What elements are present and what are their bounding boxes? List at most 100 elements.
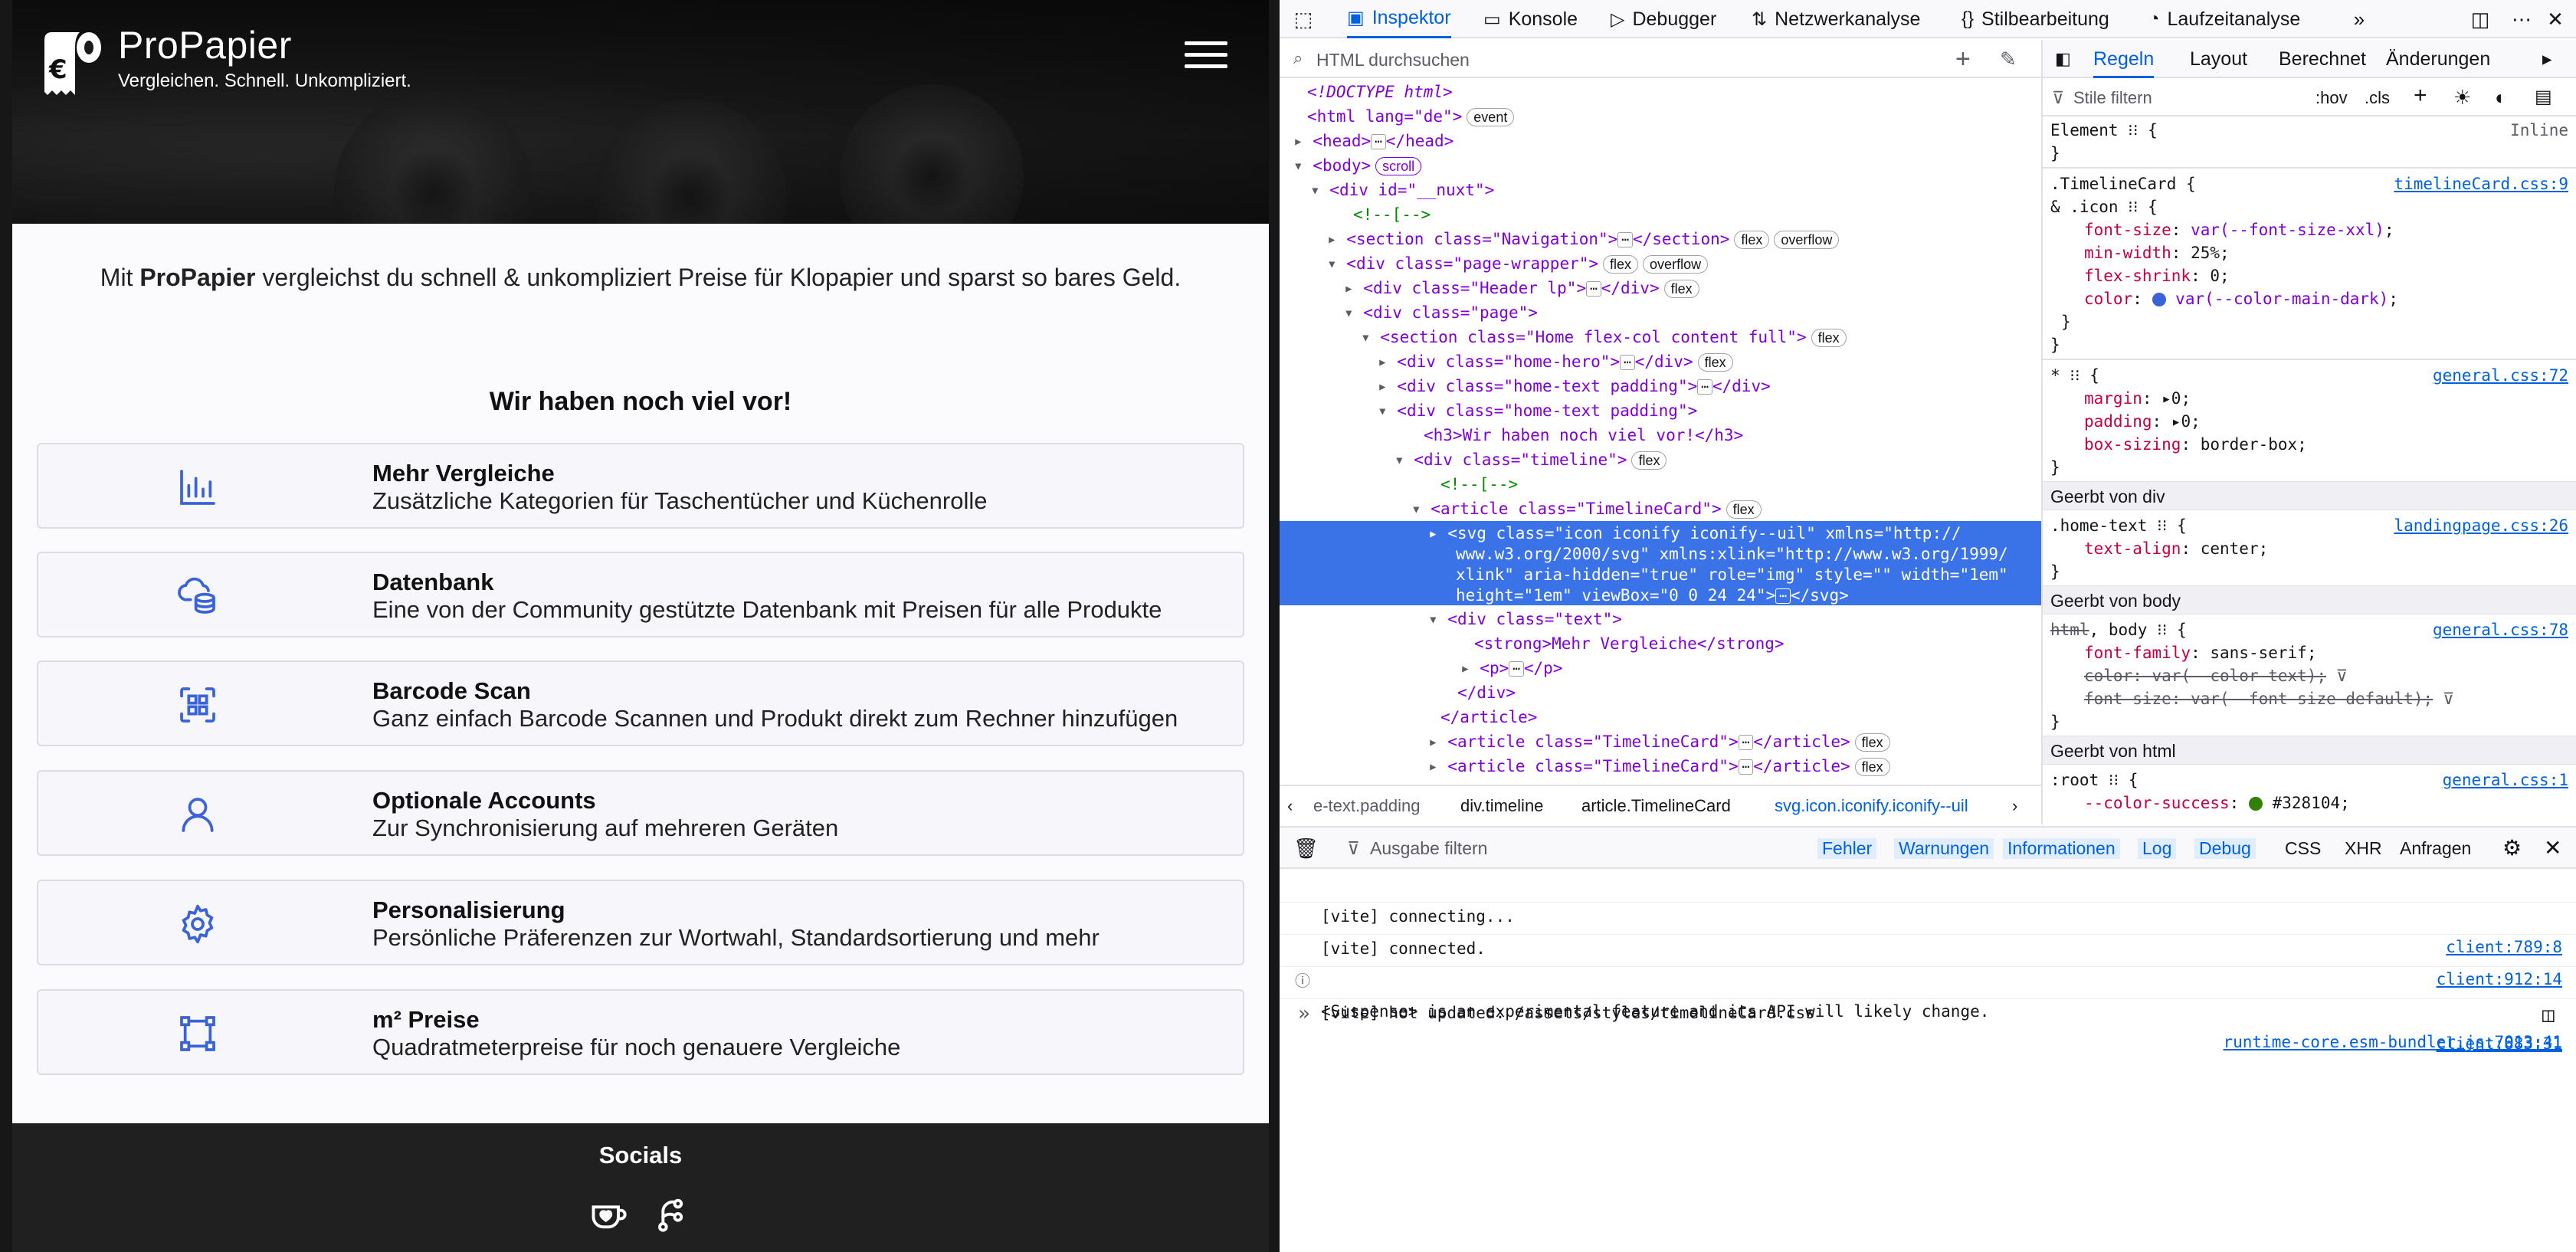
more-panels-icon[interactable]: ▸	[2542, 40, 2552, 78]
tab-inspector[interactable]: ▣ Inspektor	[1347, 0, 1451, 38]
close-icon[interactable]: ✕	[2544, 835, 2561, 860]
breadcrumb-item[interactable]: e-text.padding	[1313, 796, 1420, 816]
tree-node[interactable]: ▸ <p> ⋯ </p>	[1280, 656, 2041, 680]
intro-text: Mit ProPapier vergleichst du schnell & u…	[100, 264, 1181, 291]
tree-node[interactable]: ▾ <div class="page">	[1280, 300, 2041, 325]
filter-icon[interactable]: ⊽	[2336, 667, 2348, 685]
tree-node[interactable]: ▸ <div class="home-hero"> ⋯ </div> flex	[1280, 349, 2041, 374]
tree-node[interactable]: ▸ <article class="TimelineCard"> ⋯ </artic…	[1280, 754, 2041, 778]
svg-text:€: €	[48, 54, 67, 85]
tree-node[interactable]: ▾ <div class="timeline"> flex	[1280, 447, 2041, 472]
tree-node[interactable]: </div>	[1280, 680, 2041, 705]
console-filter-input[interactable]: Ausgabe filtern	[1370, 838, 1487, 859]
brand[interactable]: ProPapier Vergleichen. Schnell. Unkompli…	[118, 23, 411, 92]
breadcrumb-item[interactable]: div.timeline	[1460, 796, 1543, 816]
tree-node[interactable]: ▸ <div class="Header lp"> ⋯ </div> flex	[1280, 276, 2041, 300]
styles-filter-input[interactable]: Stile filtern	[2073, 88, 2152, 108]
type-xhr[interactable]: XHR	[2345, 838, 2382, 859]
timeline-card: Optionale Accounts Zur Synchronisierung …	[37, 770, 1244, 856]
eyedropper-icon[interactable]: ✎	[2000, 48, 2017, 71]
nodes-link-icon[interactable]	[650, 1194, 690, 1234]
tree-node[interactable]: <!DOCTYPE html>	[1280, 80, 2041, 104]
dock-icon[interactable]: ◫	[2467, 6, 2493, 32]
tree-node[interactable]: <html lang="de"> event	[1280, 104, 2041, 129]
level-errors[interactable]: Fehler	[1817, 838, 1877, 859]
tree-node[interactable]: ▾ <body> scroll	[1280, 153, 2041, 178]
tree-node[interactable]: </article>	[1280, 705, 2041, 729]
stylesheet-link[interactable]: general.css:78	[2433, 618, 2568, 642]
tab-changes[interactable]: Änderungen	[2386, 40, 2490, 78]
tree-node[interactable]: <!--[-->	[1280, 202, 2041, 227]
hamburger-menu-icon[interactable]	[1185, 41, 1227, 69]
user-icon	[182, 798, 214, 832]
stylesheet-link[interactable]: timelineCard.css:9	[2394, 172, 2568, 196]
stylesheet-link[interactable]: landingpage.css:26	[2394, 513, 2568, 538]
coffee-heart-icon[interactable]	[588, 1194, 628, 1234]
tree-node[interactable]: ▸ <head> ⋯ </head>	[1280, 129, 2041, 153]
tree-node[interactable]: ▸ <div class="home-text padding"> ⋯ </div>	[1280, 374, 2041, 398]
tab-rules[interactable]: Regeln	[2093, 40, 2155, 78]
filter-icon[interactable]: ⊽	[2443, 690, 2454, 708]
inherited-header: Geerbt von body	[2043, 585, 2576, 615]
tree-node[interactable]: ▾ <div class="page-wrapper"> flex overflow	[1280, 251, 2041, 276]
stylesheet-link[interactable]: general.css:1	[2443, 768, 2568, 792]
breadcrumb-next-icon[interactable]: ›	[2012, 796, 2017, 816]
html-search-input[interactable]: HTML durchsuchen	[1316, 50, 1470, 70]
print-media-icon[interactable]: ▤	[2535, 86, 2552, 108]
tab-style-editor[interactable]: {} Stilbearbeitung	[1961, 0, 2109, 38]
chart-bars-icon	[180, 470, 215, 505]
menu-dots-icon[interactable]: ⋯	[2509, 6, 2535, 32]
tab-computed[interactable]: Berechnet	[2279, 40, 2366, 78]
console-input[interactable]: »	[1298, 1002, 1310, 1025]
more-tabs-icon[interactable]: »	[2346, 6, 2372, 32]
filter-icon: ⊽	[1347, 838, 1360, 858]
level-warnings[interactable]: Warnungen	[1894, 838, 1994, 859]
tree-node[interactable]: <!--[-->	[1280, 472, 2041, 497]
tree-node[interactable]: ▾ <div class="home-text padding">	[1280, 398, 2041, 423]
tree-node-selected[interactable]: ▸ <svg class="icon iconify iconify--uil"…	[1280, 521, 2041, 605]
level-debug[interactable]: Debug	[2194, 838, 2256, 859]
tree-node[interactable]: ▾ <article class="TimelineCard"> flex	[1280, 497, 2041, 521]
sidebar-toggle-icon[interactable]: ◧	[2055, 40, 2071, 78]
breadcrumb-item[interactable]: svg.icon.iconify.iconify--uil	[1775, 796, 1968, 816]
card-text: Ganz einfach Barcode Scannen und Produkt…	[372, 705, 1178, 732]
breadcrumb-prev-icon[interactable]: ‹	[1287, 796, 1293, 816]
card-title: Personalisierung	[372, 896, 565, 923]
light-mode-icon[interactable]: ☀	[2453, 86, 2471, 110]
tree-node[interactable]: ▾ <div class="text">	[1280, 607, 2041, 631]
styles-filter-bar: ⊽ Stile filtern :hov .cls + ☀ ◐ ▤	[2043, 80, 2576, 116]
qr-scan-icon	[180, 687, 215, 723]
tab-network[interactable]: ⇅ Netzwerkanalyse	[1752, 0, 1920, 38]
class-toggle[interactable]: .cls	[2365, 88, 2390, 108]
level-info[interactable]: Informationen	[2003, 838, 2120, 859]
dark-mode-icon[interactable]: ◐	[2495, 86, 2507, 110]
tab-performance[interactable]: ◔ Laufzeitanalyse	[2148, 0, 2300, 38]
gear-icon	[182, 904, 214, 944]
source-link[interactable]: client:883:31	[2437, 1028, 2562, 1059]
add-rule-icon[interactable]: +	[2414, 83, 2427, 109]
color-swatch[interactable]	[2152, 293, 2166, 306]
tree-node[interactable]: ▸ <article class="TimelineCard"> ⋯ </artic…	[1280, 729, 2041, 754]
tab-layout[interactable]: Layout	[2190, 40, 2247, 78]
tab-debugger[interactable]: ▷ Debugger	[1611, 0, 1716, 38]
level-log[interactable]: Log	[2138, 838, 2177, 859]
tree-node[interactable]: ▾ <div id="__nuxt">	[1280, 178, 2041, 202]
type-css[interactable]: CSS	[2285, 838, 2321, 859]
tree-node[interactable]: ▾ <section class="Home flex-col content …	[1280, 325, 2041, 349]
tree-node[interactable]: ▸ <section class="Navigation"> ⋯ </section…	[1280, 227, 2041, 251]
type-requests[interactable]: Anfragen	[2400, 838, 2471, 859]
tree-node[interactable]: <strong>Mehr Vergleiche</strong>	[1280, 631, 2041, 656]
element-picker-icon[interactable]: ⬚	[1290, 6, 1316, 32]
breadcrumb-item[interactable]: article.TimelineCard	[1581, 796, 1731, 816]
toilet-paper-euro-logo-icon[interactable]: €	[35, 25, 109, 101]
hover-toggle[interactable]: :hov	[2315, 88, 2348, 108]
gear-icon[interactable]: ⚙	[2502, 835, 2522, 860]
add-node-icon[interactable]: +	[1955, 44, 1971, 74]
stylesheet-link[interactable]: general.css:72	[2433, 363, 2568, 388]
tab-console[interactable]: ▭ Konsole	[1483, 0, 1578, 38]
close-icon[interactable]: ✕	[2542, 6, 2568, 32]
editor-mode-icon[interactable]: ◫	[2542, 1004, 2555, 1027]
color-swatch[interactable]	[2248, 797, 2263, 811]
trash-icon[interactable]: 🗑	[1293, 837, 1319, 860]
tree-node[interactable]: <h3>Wir haben noch viel vor!</h3>	[1280, 423, 2041, 447]
